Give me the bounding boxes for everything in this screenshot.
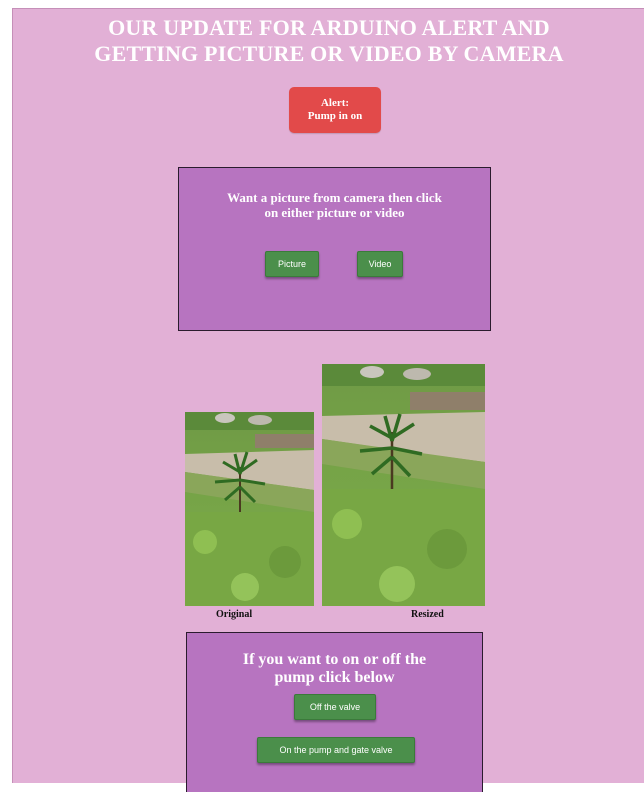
pump-alert-badge: Alert: Pump in on: [289, 87, 381, 133]
camera-panel: Want a picture from camera then click on…: [178, 167, 491, 331]
camera-panel-heading: Want a picture from camera then click on…: [179, 190, 490, 220]
page-title-line-2: GETTING PICTURE OR VIDEO BY CAMERA: [94, 41, 564, 66]
resized-photo: [322, 364, 485, 606]
original-caption: Original: [216, 609, 253, 620]
pump-heading-line-1: If you want to on or off the: [242, 651, 427, 668]
on-pump-gate-valve-button[interactable]: On the pump and gate valve: [257, 737, 415, 763]
alert-label: Alert:: [320, 97, 350, 109]
alert-message: Pump in on: [307, 110, 363, 122]
original-photo: [185, 412, 314, 606]
page-background: OUR UPDATE FOR ARDUINO ALERT AND GETTING…: [12, 8, 644, 792]
pump-panel-heading: If you want to on or off the pump click …: [187, 651, 482, 687]
page-title: OUR UPDATE FOR ARDUINO ALERT AND GETTING…: [13, 15, 644, 67]
page-title-line-1: OUR UPDATE FOR ARDUINO ALERT AND: [108, 15, 550, 40]
pump-panel: If you want to on or off the pump click …: [186, 632, 483, 792]
pump-heading-line-2: pump click below: [274, 669, 395, 686]
camera-heading-line-1: Want a picture from camera then click: [227, 190, 442, 205]
resized-caption: Resized: [411, 609, 444, 620]
video-button[interactable]: Video: [357, 251, 403, 277]
off-valve-button[interactable]: Off the valve: [294, 694, 376, 720]
camera-heading-line-2: on either picture or video: [264, 205, 405, 220]
picture-button[interactable]: Picture: [265, 251, 319, 277]
